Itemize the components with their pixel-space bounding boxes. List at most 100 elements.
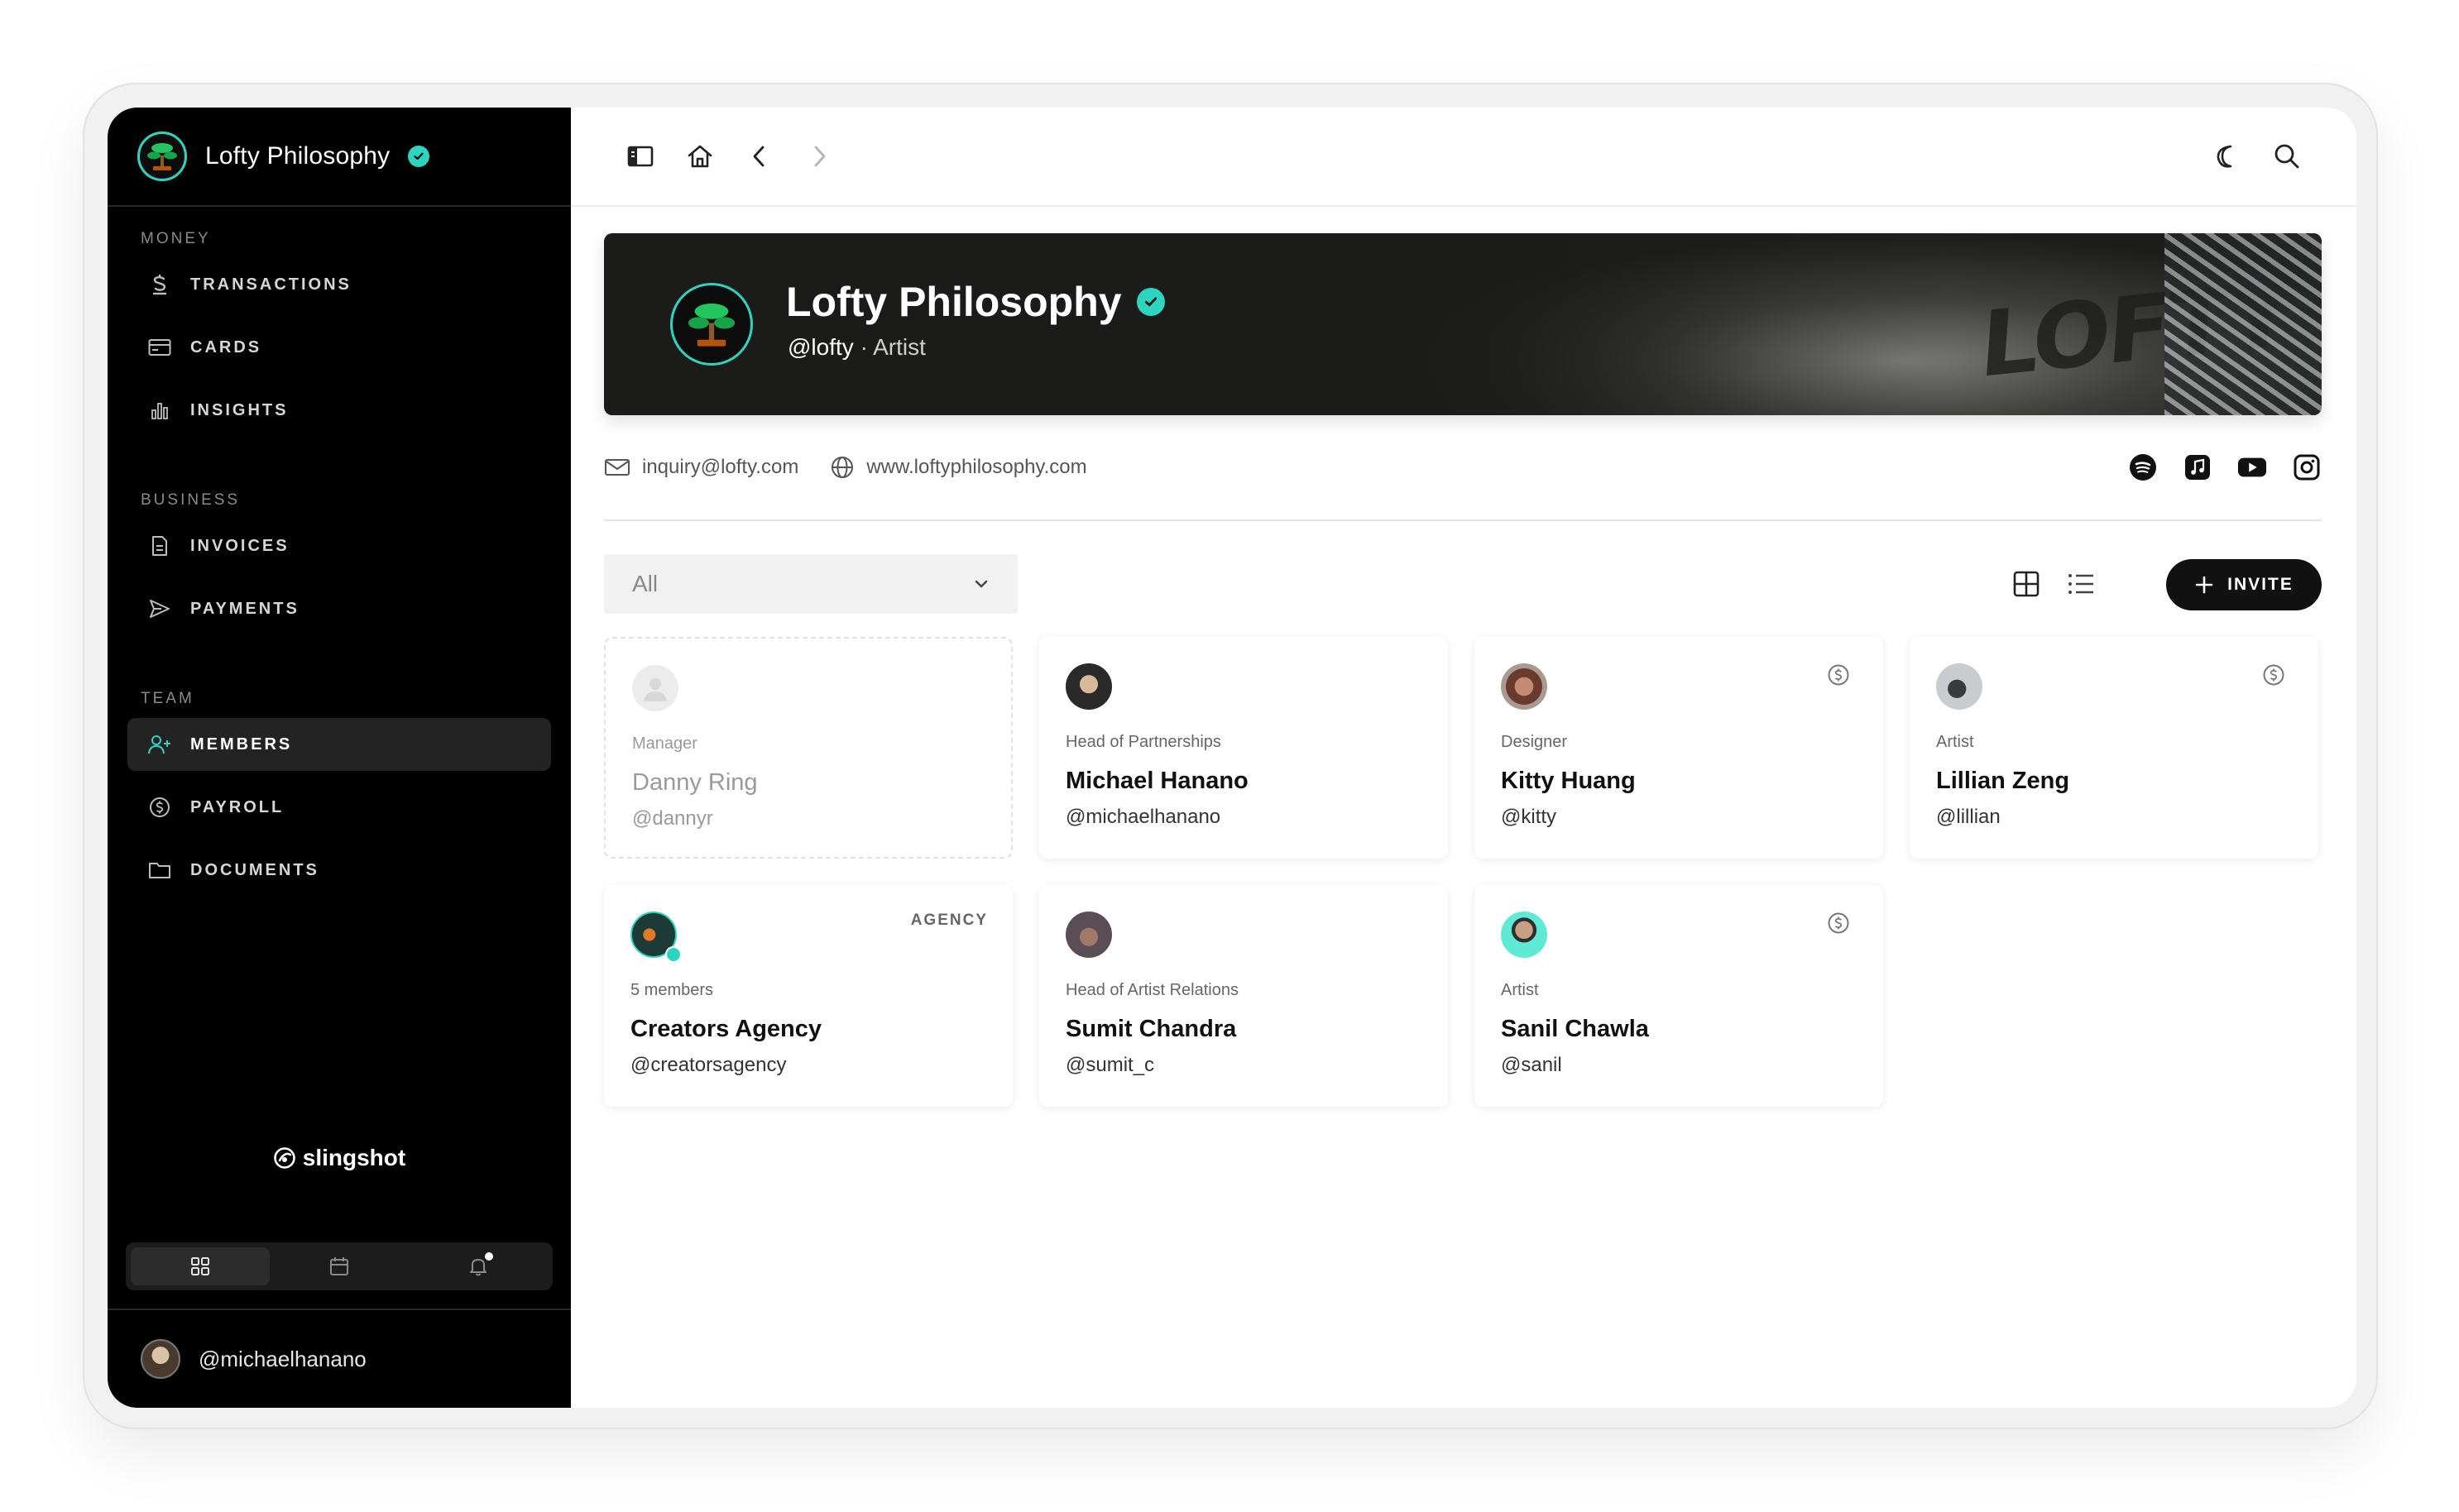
agency-tag: AGENCY bbox=[910, 912, 988, 929]
member-filter-select[interactable]: All bbox=[604, 554, 1018, 614]
notification-dot bbox=[485, 1252, 493, 1261]
member-handle: @sanil bbox=[1501, 1054, 1562, 1076]
sidebar-item-cards[interactable]: CARDS bbox=[127, 321, 551, 374]
payroll-icon bbox=[1828, 664, 1849, 686]
notifications-tab[interactable] bbox=[409, 1247, 548, 1285]
member-card[interactable]: Manager Danny Ring @dannyr bbox=[604, 637, 1013, 859]
home-button[interactable] bbox=[670, 132, 730, 181]
grid-icon bbox=[191, 1257, 209, 1275]
sidebar: Lofty Philosophy MONEY TRANSACTIONS CARD… bbox=[108, 108, 571, 1408]
profile-banner: LOFTY Lofty Philosophy @lofty · Artist bbox=[604, 233, 2322, 415]
payroll-icon bbox=[1828, 912, 1849, 934]
calendar-tab[interactable] bbox=[270, 1247, 409, 1285]
current-user[interactable]: @michaelhanano bbox=[108, 1309, 571, 1408]
member-handle: @creatorsagency bbox=[630, 1054, 787, 1076]
member-name: Sumit Chandra bbox=[1066, 1016, 1237, 1042]
email-text: inquiry@lofty.com bbox=[642, 456, 799, 478]
apple-music-icon[interactable] bbox=[2183, 452, 2212, 482]
verified-badge-icon bbox=[408, 146, 430, 167]
toggle-sidebar-button[interactable] bbox=[611, 132, 670, 181]
dollar-icon bbox=[147, 272, 172, 297]
member-name: Kitty Huang bbox=[1501, 768, 1636, 794]
avatar bbox=[1066, 663, 1112, 710]
member-card[interactable]: Head of Partnerships Michael Hanano @mic… bbox=[1039, 637, 1448, 859]
grid-tab[interactable] bbox=[131, 1247, 270, 1285]
member-role: Artist bbox=[1501, 981, 1539, 999]
org-switcher[interactable]: Lofty Philosophy bbox=[108, 108, 571, 207]
member-role: Designer bbox=[1501, 733, 1568, 751]
sidebar-section-business: BUSINESS INVOICES PAYMENTS bbox=[108, 491, 571, 635]
member-card[interactable]: Artist Sanil Chawla @sanil bbox=[1474, 885, 1883, 1107]
user-plus-icon bbox=[147, 732, 172, 757]
bar-chart-icon bbox=[147, 398, 172, 423]
list-view-icon bbox=[2068, 574, 2093, 594]
slingshot-logo-icon bbox=[273, 1147, 295, 1169]
avatar bbox=[1501, 912, 1547, 958]
home-icon bbox=[688, 145, 712, 168]
member-role: 5 members bbox=[630, 981, 714, 999]
social-links bbox=[2128, 452, 2322, 482]
sidebar-item-invoices[interactable]: INVOICES bbox=[127, 519, 551, 572]
verified-badge-icon bbox=[1136, 288, 1165, 316]
avatar bbox=[1066, 912, 1112, 958]
sidebar-bottom-tabs bbox=[126, 1242, 553, 1290]
member-card[interactable]: AGENCY 5 members Creators Agency @creato… bbox=[604, 885, 1013, 1107]
sidebar-item-label: PAYMENTS bbox=[190, 599, 300, 618]
member-role: Head of Artist Relations bbox=[1066, 981, 1239, 999]
sidebar-item-members[interactable]: MEMBERS bbox=[127, 718, 551, 771]
plus-icon bbox=[2195, 576, 2213, 594]
spotify-icon[interactable] bbox=[2128, 452, 2158, 482]
main-content: LOFTY Lofty Philosophy @lofty · Artist i… bbox=[571, 108, 2356, 1408]
member-card[interactable]: Designer Kitty Huang @kitty bbox=[1474, 637, 1883, 859]
grid-view-button[interactable] bbox=[2007, 561, 2045, 607]
calendar-icon bbox=[330, 1257, 348, 1275]
grid-view-icon bbox=[2013, 571, 2040, 597]
sidebar-item-documents[interactable]: DOCUMENTS bbox=[127, 844, 551, 897]
list-view-button[interactable] bbox=[2062, 561, 2100, 607]
sidebar-item-label: INVOICES bbox=[190, 536, 290, 555]
dark-mode-button[interactable] bbox=[2198, 132, 2257, 181]
section-label: TEAM bbox=[141, 690, 194, 707]
invite-button[interactable]: INVITE bbox=[2166, 559, 2322, 610]
profile-title: Lofty Philosophy bbox=[786, 279, 1122, 325]
sidebar-item-label: DOCUMENTS bbox=[190, 860, 319, 879]
back-button[interactable] bbox=[730, 132, 789, 181]
mail-icon bbox=[605, 459, 630, 476]
moon-icon bbox=[2217, 145, 2232, 168]
search-button[interactable] bbox=[2257, 132, 2317, 181]
member-handle: @kitty bbox=[1501, 806, 1557, 828]
sidebar-item-insights[interactable]: INSIGHTS bbox=[127, 384, 551, 437]
sidebar-item-label: CARDS bbox=[190, 337, 262, 356]
website-link[interactable]: www.loftyphilosophy.com bbox=[830, 455, 1087, 480]
member-name: Lillian Zeng bbox=[1936, 768, 2070, 794]
chevron-left-icon bbox=[753, 146, 765, 167]
sidebar-item-payroll[interactable]: PAYROLL bbox=[127, 781, 551, 834]
chevron-right-icon bbox=[814, 146, 826, 167]
verified-badge-icon bbox=[665, 946, 682, 963]
card-icon bbox=[147, 335, 172, 360]
forward-button[interactable] bbox=[789, 132, 849, 181]
section-label: BUSINESS bbox=[141, 491, 241, 509]
sidebar-item-label: PAYROLL bbox=[190, 797, 285, 816]
user-placeholder-icon bbox=[644, 678, 667, 701]
sidebar-section-team: TEAM MEMBERS PAYROLL DOCUMENTS bbox=[108, 690, 571, 897]
folder-icon bbox=[147, 858, 172, 883]
avatar bbox=[632, 665, 678, 711]
member-card[interactable]: Head of Artist Relations Sumit Chandra @… bbox=[1039, 885, 1448, 1107]
avatar bbox=[1936, 663, 1982, 710]
member-card[interactable]: Artist Lillian Zeng @lillian bbox=[1910, 637, 2318, 859]
youtube-icon[interactable] bbox=[2237, 452, 2267, 482]
member-name: Danny Ring bbox=[632, 769, 758, 796]
email-link[interactable]: inquiry@lofty.com bbox=[604, 456, 798, 479]
sidebar-item-transactions[interactable]: TRANSACTIONS bbox=[127, 258, 551, 311]
invite-label: INVITE bbox=[2227, 575, 2294, 594]
sidebar-item-label: INSIGHTS bbox=[190, 400, 289, 419]
member-handle: @lillian bbox=[1936, 806, 2001, 828]
instagram-icon[interactable] bbox=[2292, 452, 2322, 482]
avatar bbox=[1501, 663, 1547, 710]
send-icon bbox=[147, 596, 172, 621]
top-bar bbox=[571, 108, 2356, 207]
sidebar-item-payments[interactable]: PAYMENTS bbox=[127, 582, 551, 635]
document-icon bbox=[147, 534, 172, 558]
sidebar-item-label: TRANSACTIONS bbox=[190, 275, 352, 294]
